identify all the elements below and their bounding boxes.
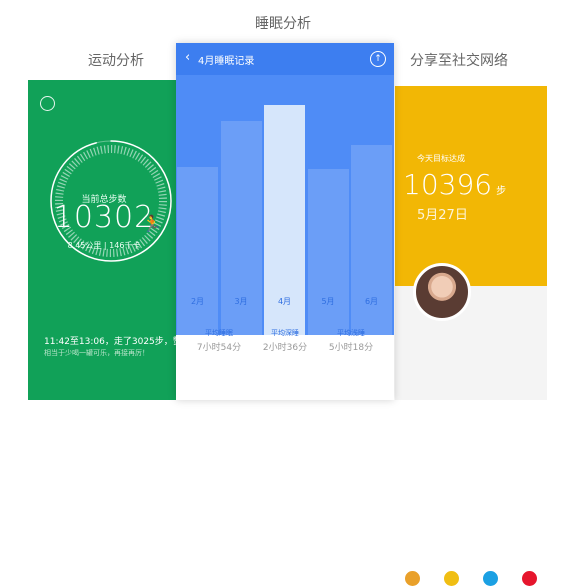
sleep-stat-value: 5小时18分 xyxy=(328,343,374,353)
goal-steps-unit: 步 xyxy=(496,186,507,197)
month-label[interactable]: 4月 xyxy=(278,296,291,307)
chart-icon[interactable] xyxy=(40,96,55,111)
qzone-icon[interactable] xyxy=(444,571,459,586)
sleep-bar[interactable] xyxy=(307,169,349,335)
avatar[interactable] xyxy=(413,263,471,321)
sleep-stat-title: 平均睡眠 xyxy=(205,329,233,337)
upload-icon[interactable]: ↑ xyxy=(370,51,386,67)
steps-count: 10302 xyxy=(53,200,155,235)
social-card: 今天目标达成 10396 步 5月27日 xyxy=(395,86,547,586)
steps-detail: 8.45公里 | 146千卡 xyxy=(67,241,141,250)
goal-steps: 10396 步 xyxy=(403,168,506,201)
goal-label: 今天目标达成 xyxy=(417,154,465,163)
sleep-stat: 平均深睡 2小时36分 xyxy=(255,328,315,353)
share-icons-row xyxy=(405,571,537,586)
exercise-card: 🏃 当前总步数 10302 8.45公里 | 146千卡 11:42至13:06… xyxy=(28,80,191,400)
qq-icon[interactable] xyxy=(483,571,498,586)
label-share-social: 分享至社交网络 xyxy=(410,53,508,69)
sleep-stat-value: 7小时54分 xyxy=(196,343,242,353)
month-label[interactable]: 6月 xyxy=(365,296,378,307)
sleep-bar[interactable] xyxy=(177,167,218,335)
sleep-stat-title: 平均深睡 xyxy=(271,329,299,337)
sleep-title: 4月睡眠记录 xyxy=(198,56,255,67)
sleep-stat-value: 2小时36分 xyxy=(262,343,308,353)
sleep-stat-title: 平均浅睡 xyxy=(337,329,365,337)
label-sleep-analysis: 睡眠分析 xyxy=(255,16,311,32)
month-label[interactable]: 2月 xyxy=(191,296,204,307)
month-label[interactable]: 3月 xyxy=(234,296,247,307)
sleep-card: ‹ 4月睡眠记录 ↑ 2月 3月 4月 5月 6月平均睡眠 7小时54分 平均深睡 2小时36… xyxy=(176,43,394,400)
weibo-icon[interactable] xyxy=(522,571,537,586)
goal-steps-value: 10396 xyxy=(403,168,493,201)
goal-date: 5月27日 xyxy=(417,208,468,223)
sleep-header: ‹ 4月睡眠记录 ↑ xyxy=(176,43,394,75)
month-label[interactable]: 5月 xyxy=(321,296,334,307)
sleep-stat: 平均睡眠 7小时54分 xyxy=(189,328,249,353)
activity-note: 相当于少喝一罐可乐，再接再厉！ xyxy=(44,349,149,357)
label-exercise-analysis: 运动分析 xyxy=(88,53,144,69)
chevron-left-icon[interactable]: ‹ xyxy=(185,50,190,65)
activity-summary: 11:42至13:06，走了3025步，赞！ xyxy=(44,337,191,347)
moments-icon[interactable] xyxy=(405,571,420,586)
sleep-stat: 平均浅睡 5小时18分 xyxy=(321,328,381,353)
